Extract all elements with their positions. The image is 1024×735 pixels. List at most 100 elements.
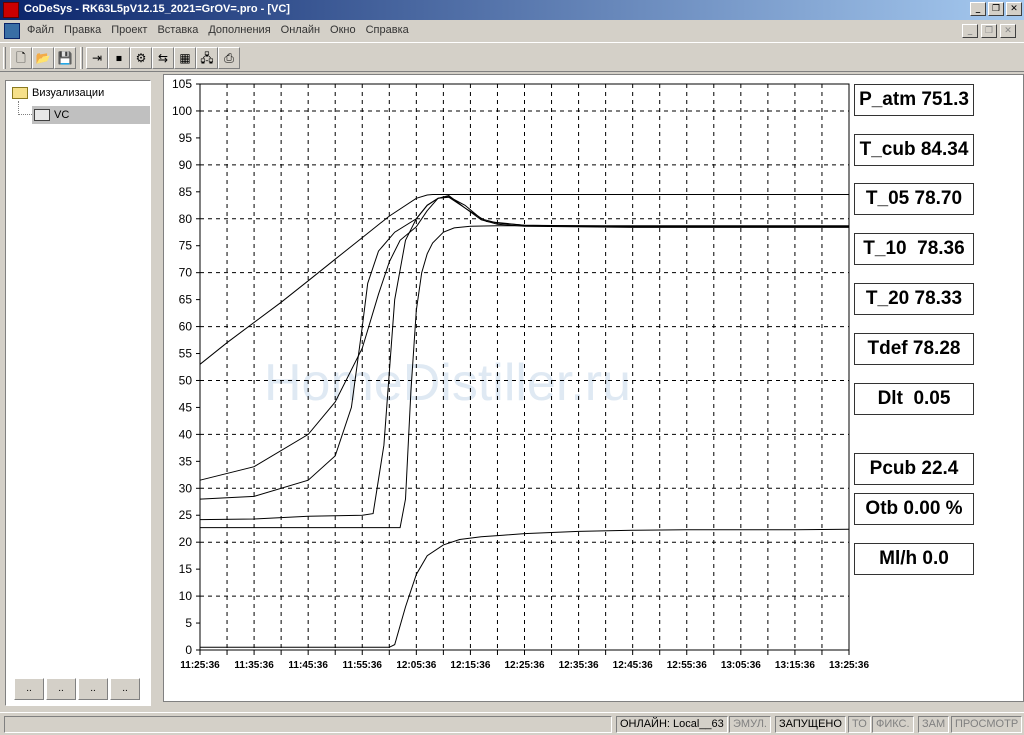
document-icon[interactable] (4, 23, 20, 39)
x-tick-label: 12:15:36 (450, 660, 490, 671)
y-tick-label: 30 (179, 481, 193, 495)
window-title: CoDeSys - RK63L5pV12.15_2021=GrOV=.pro -… (24, 3, 290, 15)
x-tick-label: 12:05:36 (396, 660, 436, 671)
status-view: ПРОСМОТР (951, 716, 1023, 733)
t-10-readout: T_10 78.36 (854, 233, 974, 265)
t-20-readout: T_20 78.33 (854, 283, 974, 315)
new-icon[interactable]: 🗋 (10, 47, 32, 69)
tree-item-label: Визуализации (32, 87, 105, 99)
y-tick-label: 50 (179, 373, 193, 387)
x-tick-label: 13:05:36 (721, 660, 761, 671)
y-tick-label: 60 (179, 320, 193, 334)
t-05-readout: T_05 78.70 (854, 183, 974, 215)
y-tick-label: 10 (179, 589, 193, 603)
x-tick-label: 11:45:36 (288, 660, 328, 671)
menu-online[interactable]: Онлайн (276, 24, 325, 36)
network-icon[interactable]: 🖧 (196, 47, 218, 69)
title-bar: CoDeSys - RK63L5pV12.15_2021=GrOV=.pro -… (0, 0, 1024, 20)
tab-datatypes[interactable]: .. (46, 678, 76, 700)
y-tick-label: 95 (179, 131, 193, 145)
menu-window[interactable]: Окно (325, 24, 361, 36)
menu-help[interactable]: Справка (361, 24, 414, 36)
menu-bar: Файл Правка Проект Вставка Дополнения Он… (0, 20, 1024, 42)
watch-icon[interactable]: ▦ (174, 47, 196, 69)
x-tick-label: 12:25:36 (504, 660, 544, 671)
mdi-minimize-button[interactable]: _ (962, 24, 978, 38)
x-tick-label: 13:15:36 (775, 660, 815, 671)
toolbar-grip[interactable] (3, 47, 6, 69)
x-tick-label: 11:25:36 (180, 660, 220, 671)
y-tick-label: 45 (179, 400, 193, 414)
y-tick-label: 65 (179, 293, 193, 307)
tdef-readout: Tdef 78.28 (854, 333, 974, 365)
y-tick-label: 15 (179, 562, 193, 576)
status-message (4, 716, 612, 733)
x-tick-label: 12:35:36 (559, 660, 599, 671)
x-tick-label: 11:55:36 (343, 660, 383, 671)
y-tick-label: 0 (185, 643, 192, 657)
p-atm-readout: P_atm 751.3 (854, 84, 974, 116)
y-tick-label: 25 (179, 508, 193, 522)
y-tick-label: 85 (179, 185, 193, 199)
open-icon[interactable]: 📂 (32, 47, 54, 69)
menu-file[interactable]: Файл (22, 24, 59, 36)
login-icon[interactable]: ⇥ (86, 47, 108, 69)
minimize-button[interactable]: _ (970, 2, 986, 16)
toolbar: 🗋 📂 💾 ⇥ ⏹ ⚙ ⇆ ▦ 🖧 ⎙ (0, 42, 1024, 72)
menu-insert[interactable]: Вставка (152, 24, 203, 36)
status-emulation: ЭМУЛ. (729, 716, 771, 733)
status-running: ЗАПУЩЕНО (775, 716, 846, 733)
menu-edit[interactable]: Правка (59, 24, 106, 36)
write-icon[interactable]: ⇆ (152, 47, 174, 69)
mdi-restore-button[interactable]: ❐ (981, 24, 997, 38)
menu-project[interactable]: Проект (106, 24, 152, 36)
y-tick-label: 90 (179, 158, 193, 172)
t-cub-readout: T_cub 84.34 (854, 134, 974, 166)
close-button[interactable]: ✕ (1006, 2, 1022, 16)
y-tick-label: 80 (179, 212, 193, 226)
tree-connector (18, 101, 32, 115)
y-tick-label: 40 (179, 427, 193, 441)
print-icon[interactable]: ⎙ (218, 47, 240, 69)
folder-icon (12, 87, 28, 99)
x-tick-label: 11:35:36 (234, 660, 274, 671)
tree-item-visualizations[interactable]: Визуализации (12, 87, 104, 99)
x-tick-label: 13:25:36 (829, 660, 869, 671)
pcub-readout: Pcub 22.4 (854, 453, 974, 485)
y-tick-label: 105 (172, 77, 192, 91)
y-tick-label: 5 (185, 616, 192, 630)
save-icon[interactable]: 💾 (54, 47, 76, 69)
y-tick-label: 100 (172, 104, 192, 118)
y-tick-label: 55 (179, 347, 193, 361)
y-tick-label: 20 (179, 535, 193, 549)
x-tick-label: 12:55:36 (667, 660, 707, 671)
organizer-tabs: .. .. .. .. (14, 678, 140, 700)
tree-item-vc[interactable]: VC (32, 106, 150, 124)
toolbar-separator (80, 47, 83, 69)
status-online: ОНЛАЙН: Local__63 (616, 716, 728, 733)
menu-extras[interactable]: Дополнения (203, 24, 275, 36)
x-tick-label: 12:45:36 (613, 660, 653, 671)
stop-icon[interactable]: ⏹ (108, 47, 130, 69)
mdi-close-button[interactable]: ✕ (1000, 24, 1016, 38)
status-overwrite: ЗАМ (918, 716, 950, 733)
status-to: ТО (848, 716, 871, 733)
status-bar: ОНЛАЙН: Local__63 ЭМУЛ. ЗАПУЩЕНО ТО ФИКС… (0, 712, 1024, 735)
otb-readout: Otb 0.00 % (854, 493, 974, 525)
tab-resources[interactable]: .. (110, 678, 140, 700)
tab-pou[interactable]: .. (14, 678, 44, 700)
visualization-icon (34, 109, 50, 121)
object-organizer[interactable]: Визуализации VC (5, 80, 151, 706)
tab-visualizations[interactable]: .. (78, 678, 108, 700)
watermark: HomeDistiller.ru (264, 354, 631, 412)
dlt-readout: Dlt 0.05 (854, 383, 974, 415)
step-icon[interactable]: ⚙ (130, 47, 152, 69)
codesys-app-icon[interactable] (3, 2, 19, 18)
status-fixed: ФИКС. (872, 716, 914, 733)
mlh-readout: Ml/h 0.0 (854, 543, 974, 575)
y-tick-label: 75 (179, 239, 193, 253)
maximize-button[interactable]: ❐ (988, 2, 1004, 16)
tree-item-label: VC (54, 109, 70, 121)
y-tick-label: 70 (179, 266, 193, 280)
y-tick-label: 35 (179, 454, 193, 468)
